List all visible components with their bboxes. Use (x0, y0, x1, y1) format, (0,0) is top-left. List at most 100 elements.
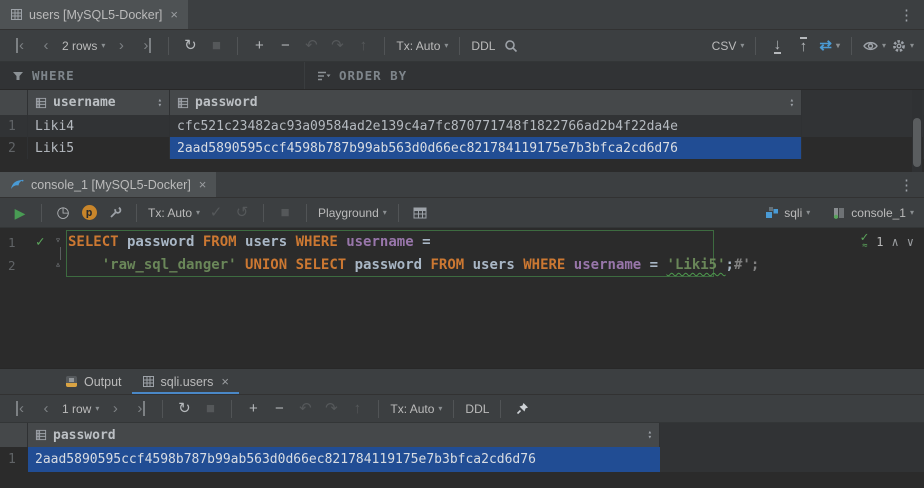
previous-page-button[interactable]: ‹ (34, 35, 58, 56)
compare-icon[interactable]: ⇄▾ (817, 35, 842, 56)
first-page-button[interactable]: ‹ (8, 398, 32, 419)
run-button[interactable]: ▶ (8, 203, 32, 223)
previous-problem-icon[interactable]: ∧ (892, 235, 899, 249)
cell-username[interactable]: Liki4 (28, 115, 170, 137)
refresh-icon[interactable]: ↻ (172, 398, 196, 419)
delete-row-button[interactable]: − (273, 35, 297, 56)
refresh-icon[interactable]: ↻ (178, 35, 202, 56)
column-header-password[interactable]: password ▴▾ (28, 423, 660, 447)
stop-icon: ■ (204, 35, 228, 56)
column-grid-icon (35, 429, 47, 441)
table-row: 1 Liki4 cfc521c23482ac93a09584ad2e139c4a… (0, 115, 924, 137)
tab-console[interactable]: console_1 [MySQL5-Docker] × (0, 172, 216, 197)
row-number: 2 (0, 137, 28, 159)
ddl-button[interactable]: DDL (469, 39, 497, 53)
session-switcher-dropdown[interactable]: console_1▾ (830, 206, 916, 220)
divider (459, 37, 460, 55)
where-filter-input[interactable]: WHERE (0, 62, 305, 89)
column-header-username[interactable]: username ▴▾ (28, 90, 170, 115)
redo-icon: ↷ (325, 35, 349, 56)
more-options-icon[interactable]: ⋮ (889, 6, 924, 24)
output-layout-icon[interactable] (408, 204, 432, 222)
add-row-button[interactable]: + (247, 35, 271, 56)
tab-users-table[interactable]: users [MySQL5-Docker] × (0, 0, 188, 29)
divider (398, 204, 399, 222)
delete-row-button[interactable]: − (267, 398, 291, 419)
tab-label: Output (84, 375, 122, 389)
tx-mode-dropdown[interactable]: Tx: Auto▾ (394, 39, 450, 53)
close-icon[interactable]: × (221, 374, 229, 389)
close-icon[interactable]: × (199, 177, 207, 192)
tab-result-sqli-users[interactable]: sqli.users × (132, 369, 239, 394)
more-options-icon[interactable]: ⋮ (889, 176, 924, 194)
next-page-button[interactable]: › (103, 398, 127, 419)
sort-lines-icon (317, 70, 331, 82)
users-data-grid: username ▴▾ password ▴▾ 1 Liki4 cfc521c2… (0, 90, 924, 172)
last-page-button[interactable]: › (135, 35, 159, 56)
parameters-icon[interactable]: p (77, 202, 101, 223)
tab-output[interactable]: Output (55, 369, 132, 394)
row-filler (660, 447, 924, 472)
fold-region-icon[interactable]: ▵ (55, 258, 61, 272)
column-header-password[interactable]: password ▴▾ (170, 90, 802, 115)
export-icon[interactable]: ↑ (791, 34, 815, 57)
schema-switcher-dropdown[interactable]: sqli▾ (763, 206, 812, 220)
cell-password-selected[interactable]: 2aad5890595ccf4598b787b99ab563d0d66ec821… (170, 137, 802, 159)
tab-label: console_1 [MySQL5-Docker] (31, 178, 191, 192)
row-number-corner (0, 90, 28, 115)
close-icon[interactable]: × (170, 7, 178, 22)
vertical-scrollbar[interactable] (912, 90, 922, 172)
cell-username[interactable]: Liki5 (28, 137, 170, 159)
table-grid-icon (142, 375, 155, 388)
import-icon[interactable]: ↓ (765, 34, 789, 57)
divider (500, 400, 501, 418)
last-page-button[interactable]: › (129, 398, 153, 419)
cell-password-selected[interactable]: 2aad5890595ccf4598b787b99ab563d0d66ec821… (28, 447, 660, 472)
chevron-down-icon: ▾ (101, 41, 105, 50)
gear-icon[interactable]: ▾ (890, 36, 916, 56)
playground-mode-dropdown[interactable]: Playground▾ (316, 206, 389, 220)
tx-mode-dropdown[interactable]: Tx: Auto▾ (388, 402, 444, 416)
sql-editor[interactable]: 1 2 ✓ ▿ ▵ SELECT password FROM users WHE… (0, 228, 924, 368)
page-size-dropdown[interactable]: 2 rows▾ (60, 39, 107, 53)
previous-page-button[interactable]: ‹ (34, 398, 58, 419)
sql-token: WHERE (296, 234, 338, 250)
history-clock-icon[interactable]: ◷ (51, 202, 75, 223)
order-by-filter-input[interactable]: ORDER BY (305, 62, 924, 89)
console-toolbar: ▶ ◷ p Tx: Auto▾ ✓ ↺ ■ Playground▾ sqli▾ (0, 198, 924, 228)
result-data-grid: password ▴▾ 1 2aad5890595ccf4598b787b99a… (0, 423, 924, 488)
add-row-button[interactable]: + (241, 398, 265, 419)
divider (453, 400, 454, 418)
column-label: username (53, 95, 116, 110)
console-tab-bar: console_1 [MySQL5-Docker] × ⋮ (0, 172, 924, 198)
view-options-icon[interactable]: ▾ (861, 37, 888, 55)
cell-password[interactable]: cfc521c23482ac93a09584ad2e139c4a7fc87077… (170, 115, 802, 137)
next-page-button[interactable]: › (109, 35, 133, 56)
export-format-dropdown[interactable]: CSV▾ (710, 39, 747, 53)
pin-tab-icon[interactable] (510, 399, 534, 418)
redo-icon: ↷ (319, 398, 343, 419)
sql-token: = (650, 257, 667, 273)
first-page-button[interactable]: ‹ (8, 35, 32, 56)
fold-region-icon[interactable]: ▿ (55, 234, 61, 248)
chevron-down-icon: ▾ (836, 42, 840, 50)
ddl-button[interactable]: DDL (463, 402, 491, 416)
sort-toggle-icon[interactable]: ▴▾ (648, 430, 652, 440)
sql-token (287, 257, 295, 273)
inspection-widget[interactable]: ✓≈ 1 ∧ ∨ (860, 234, 914, 250)
divider (306, 204, 307, 222)
sort-toggle-icon[interactable]: ▴▾ (158, 98, 162, 108)
wrench-icon[interactable] (103, 203, 127, 222)
next-problem-icon[interactable]: ∨ (907, 235, 914, 249)
line-number: 2 (8, 254, 16, 277)
tx-mode-dropdown[interactable]: Tx: Auto▾ (146, 206, 202, 220)
scrollbar-thumb[interactable] (913, 118, 921, 167)
page-size-dropdown[interactable]: 1 row▾ (60, 402, 101, 416)
grid-toolbar: ‹ ‹ 2 rows▾ › › ↻ ■ + − ↶ ↷ ↑ Tx: Auto▾ … (0, 30, 924, 62)
table-row: 1 2aad5890595ccf4598b787b99ab563d0d66ec8… (0, 447, 924, 472)
sort-toggle-icon[interactable]: ▴▾ (790, 98, 794, 108)
chevron-down-icon: ▾ (910, 42, 914, 50)
chevron-down-icon: ▾ (438, 404, 442, 413)
search-icon[interactable] (499, 36, 523, 56)
line-number: 1 (8, 231, 16, 254)
